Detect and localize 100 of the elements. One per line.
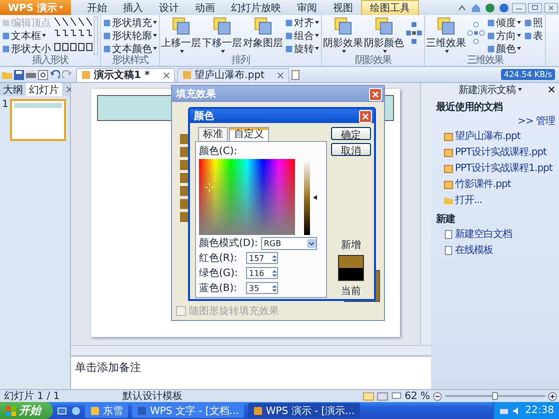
ribbon-button[interactable]: 组合 bbox=[284, 29, 320, 42]
number-spinner[interactable]: 116 bbox=[246, 267, 278, 279]
dialog-title: 填充效果 bbox=[176, 87, 217, 101]
recent-file-link[interactable]: PPT设计实战课程1.ppt bbox=[444, 161, 552, 175]
color-mode-dropdown[interactable]: RGB bbox=[260, 236, 317, 250]
document-tab[interactable]: 演示文稿1 * bbox=[76, 68, 175, 82]
ribbon-tab[interactable]: 动画 bbox=[187, 0, 224, 15]
slideshow-icon[interactable] bbox=[390, 392, 402, 400]
ribbon-large-button[interactable]: 阴影颜色 bbox=[364, 16, 404, 53]
app-icon bbox=[252, 406, 263, 416]
dropdown-arrow-icon[interactable] bbox=[306, 238, 316, 248]
zoom-in-icon[interactable] bbox=[548, 392, 557, 400]
ribbon-tab[interactable]: 插入 bbox=[115, 0, 152, 15]
ribbon-button[interactable]: 旋转 bbox=[284, 42, 320, 55]
ribbon-button[interactable]: 形状轮廓 bbox=[102, 29, 158, 42]
windows-flag-icon bbox=[6, 406, 16, 416]
folder-icon bbox=[444, 196, 453, 204]
open-link[interactable]: 打开... bbox=[444, 193, 482, 207]
taskbar-button[interactable]: 东雪 bbox=[85, 403, 128, 418]
undo-icon[interactable] bbox=[50, 70, 60, 80]
color-spectrum[interactable] bbox=[199, 159, 295, 235]
ribbon-button[interactable]: 形状大小 bbox=[1, 42, 52, 55]
stacked-squares-icon bbox=[172, 17, 190, 35]
ribbon-button[interactable]: 对齐 bbox=[284, 16, 320, 29]
ribbon-large-button[interactable]: 阴影效果 bbox=[323, 16, 363, 53]
ribbon-tab[interactable]: 开始 bbox=[79, 0, 116, 15]
ribbon-button[interactable]: 形状填充 bbox=[102, 16, 158, 29]
manage-link[interactable]: >> 管理 bbox=[518, 114, 555, 128]
group-label: 三维效果 bbox=[466, 55, 504, 66]
zoom-out-icon[interactable] bbox=[433, 392, 442, 400]
ribbon-button[interactable]: 文本颜色 bbox=[102, 42, 158, 55]
notes-field[interactable]: 单击添加备注 bbox=[71, 355, 431, 389]
spin-arrows-icon[interactable] bbox=[272, 268, 277, 278]
section-heading: 新建 bbox=[436, 212, 455, 226]
ribbon-large-button[interactable]: 下移一层 bbox=[202, 16, 242, 53]
ribbon-tab[interactable]: 绘图工具 bbox=[361, 0, 420, 15]
printer-icon[interactable] bbox=[26, 70, 36, 80]
document-tab[interactable]: 望庐山瀑布.ppt bbox=[176, 68, 290, 82]
close-icon[interactable] bbox=[548, 86, 555, 93]
close-button[interactable] bbox=[369, 88, 382, 100]
ribbon-tab[interactable]: 幻灯片放映 bbox=[223, 0, 290, 15]
panel-tab[interactable]: 幻灯片 bbox=[26, 83, 62, 96]
ribbon-button[interactable]: 照 bbox=[523, 16, 544, 29]
shape-gallery-drawing[interactable] bbox=[53, 16, 99, 55]
taskbar-button[interactable]: WPS 演示 - [演示... bbox=[248, 403, 360, 418]
ribbon-button[interactable]: 表 bbox=[523, 29, 544, 42]
recent-file-link[interactable]: PPT设计实战课程.ppt bbox=[444, 145, 546, 159]
dialog-button[interactable]: 取消 bbox=[331, 143, 371, 156]
new-document-link[interactable]: 在线模板 bbox=[444, 243, 493, 257]
ribbon-button[interactable]: 方向 bbox=[486, 29, 522, 42]
dialog-button[interactable]: 确定 bbox=[331, 127, 371, 140]
luminance-bar[interactable] bbox=[304, 159, 310, 235]
stacked-squares-icon bbox=[375, 17, 393, 35]
ribbon-tab[interactable]: 审阅 bbox=[289, 0, 326, 15]
ribbon-large-button[interactable]: 对象图层 bbox=[243, 16, 283, 50]
ribbon-tab[interactable]: 设计 bbox=[151, 0, 188, 15]
new-tab-icon[interactable] bbox=[291, 70, 302, 80]
vertical-scrollbar[interactable] bbox=[420, 83, 431, 345]
ribbon-large-button[interactable]: 三维效果 bbox=[426, 16, 466, 53]
panel-tab[interactable]: 大纲 bbox=[0, 83, 26, 96]
spin-arrows-icon[interactable] bbox=[272, 254, 277, 262]
taskbar-button[interactable]: WPS 文字 - [文档... bbox=[132, 403, 244, 418]
ribbon-tab[interactable]: 视图 bbox=[325, 0, 362, 15]
spin-arrows-icon[interactable] bbox=[272, 284, 277, 292]
desktop-icon[interactable] bbox=[57, 406, 67, 416]
horizontal-scrollbar[interactable] bbox=[71, 345, 431, 355]
number-spinner[interactable]: 157 bbox=[246, 252, 278, 264]
preview-icon[interactable] bbox=[38, 70, 48, 80]
slide-thumbnail[interactable] bbox=[10, 99, 66, 141]
dialog-tab[interactable]: 自定义 bbox=[229, 127, 269, 141]
recent-file-link[interactable]: 望庐山瀑布.ppt bbox=[444, 129, 520, 143]
number-spinner[interactable]: 35 bbox=[246, 282, 278, 294]
group-label: 形状样式 bbox=[111, 55, 150, 66]
close-icon bbox=[277, 72, 284, 78]
zoom-slider-thumb[interactable] bbox=[492, 392, 498, 400]
recent-file-link[interactable]: 竹影课件.ppt bbox=[444, 177, 511, 191]
minimize-icon[interactable] bbox=[512, 2, 526, 12]
ribbon-button[interactable]: 文本框 bbox=[1, 29, 52, 42]
stacked-squares-icon bbox=[334, 17, 352, 35]
group-label: 插入形状 bbox=[31, 55, 70, 66]
new-document-link[interactable]: 新建空白文档 bbox=[444, 227, 512, 241]
close-button[interactable] bbox=[359, 110, 372, 122]
ribbon-button[interactable]: 倾度 bbox=[486, 16, 522, 29]
slide-number: 1 bbox=[2, 99, 8, 112]
ribbon-large-button[interactable]: 上移一层 bbox=[161, 16, 201, 53]
template-name: 默认设计模板 bbox=[122, 390, 183, 403]
caret-up-icon[interactable] bbox=[457, 2, 467, 12]
dialog-tab[interactable]: 标准 bbox=[198, 127, 228, 141]
save-icon[interactable] bbox=[14, 70, 24, 80]
sorter-view-icon[interactable] bbox=[376, 392, 388, 400]
restore-icon[interactable] bbox=[528, 2, 542, 12]
stacked-squares-icon bbox=[254, 17, 272, 35]
ribbon-button[interactable]: 颜色 bbox=[486, 42, 522, 55]
group-label: 排列 bbox=[230, 55, 251, 66]
house-icon[interactable] bbox=[471, 2, 481, 12]
group-label: 阴影效果 bbox=[354, 55, 392, 66]
close-icon[interactable] bbox=[66, 86, 73, 93]
field-label: 蓝色(B): bbox=[199, 282, 238, 295]
pane-title[interactable]: 新建演示文稿 bbox=[436, 82, 544, 96]
swatch-label: 新增 bbox=[341, 238, 361, 252]
